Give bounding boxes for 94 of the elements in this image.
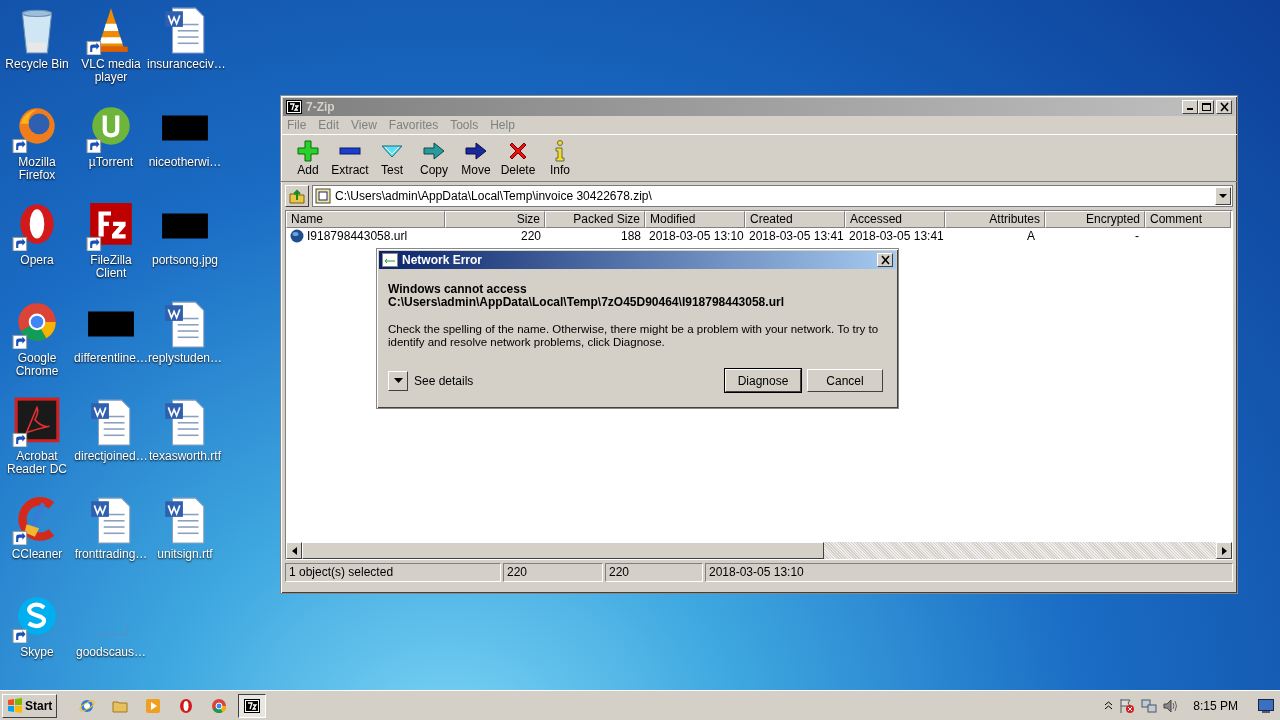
column-header[interactable]: Comment <box>1145 211 1231 228</box>
window-title: 7-Zip <box>306 99 335 116</box>
toolbar-button[interactable]: Info <box>539 138 581 178</box>
dialog-button[interactable]: Cancel <box>807 369 883 392</box>
desktop-icon-label[interactable]: replystuden… <box>148 352 223 365</box>
network-icon[interactable] <box>1141 697 1158 714</box>
column-header[interactable]: Encrypted <box>1045 211 1145 228</box>
file-name: I918798443058.url <box>307 228 408 244</box>
toolbar-button[interactable]: Move <box>455 138 497 178</box>
desktop-icon-label[interactable]: Recycle Bin <box>5 58 69 71</box>
toolbar-button[interactable]: Add <box>287 138 329 178</box>
desktop-icon-label[interactable]: FileZilla Client <box>74 254 148 280</box>
desktop-icon-label[interactable]: insuranceciv… <box>147 58 223 71</box>
status-text: 2018-03-05 13:10 <box>705 563 1233 582</box>
column-header[interactable]: Name <box>286 211 445 228</box>
archive-app-icon <box>286 99 302 115</box>
dialog-button[interactable]: Diagnose <box>725 369 801 392</box>
desktop-icon-label[interactable]: texasworth.rtf <box>149 450 221 463</box>
desktop-icon-label[interactable]: niceotherwi… <box>148 156 222 169</box>
status-text: 220 <box>605 563 703 582</box>
desktop-icon-label[interactable]: CCleaner <box>11 548 63 561</box>
clock[interactable]: 8:15 PM <box>1193 696 1238 715</box>
column-header[interactable]: Size <box>445 211 545 228</box>
error-path: C:\Users\admin\AppData\Local\Temp\7zO45D90464\I918798443058.url <box>388 296 785 309</box>
status-text: 220 <box>503 563 603 582</box>
globe-icon <box>290 229 304 243</box>
archive-icon <box>315 188 331 204</box>
column-header[interactable]: Packed Size <box>545 211 645 228</box>
opera-ring-icon <box>178 697 195 714</box>
chrome-icon <box>211 697 228 714</box>
right-arrow-icon[interactable] <box>1221 546 1227 555</box>
browser-icon <box>79 697 96 714</box>
folder-up-icon <box>289 188 305 204</box>
minimize-icon <box>1187 108 1193 110</box>
archive-app-icon <box>244 697 261 714</box>
plus-icon <box>296 139 320 163</box>
close-button[interactable] <box>1216 100 1232 114</box>
column-header[interactable]: Accessed <box>845 211 945 228</box>
error-heading: Windows cannot access <box>388 283 528 296</box>
address-field[interactable]: C:\Users\admin\AppData\Local\Temp\invoice 30422678.zip\ <box>312 185 1233 207</box>
table-cell-text: 188 <box>619 228 642 244</box>
toolbar-button[interactable]: Test <box>371 138 413 178</box>
desktop-icon-label[interactable]: directjoined… <box>74 450 148 463</box>
speaker-icon[interactable] <box>1163 697 1180 714</box>
toolbar-button[interactable]: Copy <box>413 138 455 178</box>
desktop-icon-label[interactable]: Skype <box>20 646 54 659</box>
desktop-icon-label[interactable]: differentline… <box>74 352 148 365</box>
status-text: 1 object(s) selected <box>285 563 501 582</box>
up-folder-button[interactable] <box>285 185 309 207</box>
details-label[interactable]: See details <box>414 371 474 390</box>
desktop-icon-label[interactable]: fronttrading… <box>74 548 148 561</box>
flag-warning-icon[interactable] <box>1119 697 1136 714</box>
desktop-icon-label[interactable]: Mozilla Firefox <box>0 156 74 182</box>
left-arrow-icon[interactable] <box>291 546 297 555</box>
show-desktop-icon[interactable] <box>1258 698 1274 713</box>
taskbar-button[interactable] <box>238 693 267 718</box>
arrow-icon <box>422 139 446 163</box>
close-icon <box>879 255 891 265</box>
table-cell-text: 2018-03-05 13:41 <box>748 228 845 244</box>
table-cell-text: 220 <box>519 228 542 244</box>
start-button[interactable]: Start <box>2 693 58 718</box>
column-header[interactable]: Attributes <box>945 211 1045 228</box>
column-header[interactable]: Modified <box>645 211 745 228</box>
toolbar-button[interactable]: Extract <box>329 138 371 178</box>
desktop-icon-label[interactable]: portsong.jpg <box>151 254 218 267</box>
close-button[interactable] <box>877 253 893 267</box>
table-cell-text: A <box>1026 228 1036 244</box>
dropdown-arrow-icon[interactable] <box>1219 193 1227 199</box>
table-cell-text: 2018-03-05 13:41 <box>848 228 945 244</box>
maximize-button[interactable] <box>1198 100 1214 114</box>
table-cell-text: - <box>1134 228 1140 244</box>
table-cell-text: 2018-03-05 13:10 <box>648 228 745 244</box>
minimize-button[interactable] <box>1182 100 1198 114</box>
window-icon <box>382 253 398 267</box>
close-icon <box>1218 102 1230 112</box>
toolbar-button[interactable]: Delete <box>497 138 539 178</box>
maximize-icon <box>1200 102 1212 112</box>
windows-logo-icon <box>7 697 23 714</box>
desktop-icon-label[interactable]: VLC media player <box>74 58 148 84</box>
desktop-icon-label[interactable]: µTorrent <box>88 156 134 169</box>
expand-toggle-button[interactable] <box>388 370 408 391</box>
play-icon <box>145 697 162 714</box>
horizontal-scrollbar[interactable] <box>286 542 1232 559</box>
caret-down-icon <box>393 378 403 383</box>
desktop-icon-label[interactable]: Opera <box>20 254 54 267</box>
dialog-title: Network Error <box>402 252 483 269</box>
desktop-icon-label[interactable]: Google Chrome <box>0 352 74 378</box>
desktop-icon-label[interactable]: Acrobat Reader DC <box>0 450 74 476</box>
error-message: Check the spelling of the name. Otherwise, there might be a problem with your network. To try to identify and resolve network problems, click Diagnose. <box>388 323 880 349</box>
scrollbar-thumb[interactable] <box>302 542 824 559</box>
column-header[interactable]: Created <box>745 211 845 228</box>
pdf-reader-shortcut-icon[interactable] <box>12 397 62 447</box>
chevron-up-icon[interactable] <box>1104 701 1114 710</box>
arrow-icon <box>464 139 488 163</box>
